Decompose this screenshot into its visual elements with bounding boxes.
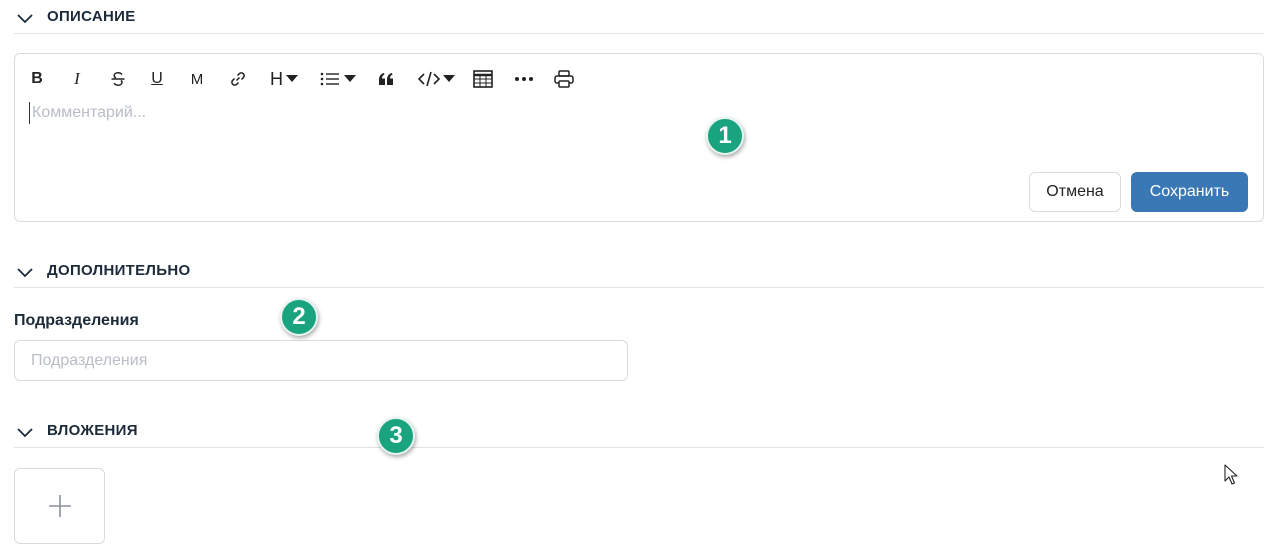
chevron-down-icon[interactable] xyxy=(16,9,34,27)
list-icon xyxy=(320,72,339,86)
section-title-additional: ДОПОЛНИТЕЛЬНО xyxy=(47,262,191,279)
table-button[interactable] xyxy=(471,67,495,91)
more-button[interactable] xyxy=(512,67,536,91)
print-button[interactable] xyxy=(552,67,576,91)
code-icon xyxy=(417,71,440,87)
italic-button[interactable]: I xyxy=(67,67,87,91)
underline-button[interactable]: U xyxy=(147,67,167,91)
save-button[interactable]: Сохранить xyxy=(1131,172,1248,212)
plus-icon xyxy=(48,495,71,517)
more-dots-icon xyxy=(515,77,533,81)
section-header-additional[interactable]: ДОПОЛНИТЕЛЬНО xyxy=(14,259,1264,288)
text-caret xyxy=(29,102,30,124)
section-title-description: ОПИСАНИЕ xyxy=(47,8,136,25)
annotation-badge-3: 3 xyxy=(377,417,415,455)
strikethrough-icon xyxy=(111,72,125,86)
chevron-down-icon[interactable] xyxy=(16,263,34,281)
link-button[interactable] xyxy=(227,67,249,91)
caret-down-icon xyxy=(286,75,298,82)
code-dropdown[interactable] xyxy=(415,67,457,91)
quote-icon xyxy=(379,73,393,85)
departments-input[interactable] xyxy=(14,340,628,381)
annotation-badge-1: 1 xyxy=(706,117,744,155)
bold-button[interactable]: B xyxy=(27,67,47,91)
mention-button[interactable]: M xyxy=(187,67,207,91)
editor-placeholder: Комментарий... xyxy=(32,104,147,121)
add-attachment-button[interactable] xyxy=(14,468,105,544)
quote-button[interactable] xyxy=(375,67,397,91)
mouse-cursor-icon xyxy=(1224,464,1238,485)
annotation-badge-2: 2 xyxy=(280,298,318,336)
caret-down-icon xyxy=(442,75,455,82)
comment-editor: B I U M H Комментарий... Отмена Сохранит… xyxy=(14,53,1264,222)
link-icon xyxy=(231,72,245,86)
heading-dropdown[interactable]: H xyxy=(267,67,301,91)
section-title-attachments: ВЛОЖЕНИЯ xyxy=(47,422,138,439)
list-dropdown[interactable] xyxy=(317,67,359,91)
section-header-attachments[interactable]: ВЛОЖЕНИЯ xyxy=(14,419,1264,448)
editor-text-area[interactable]: Комментарий... xyxy=(29,102,147,124)
chevron-down-icon[interactable] xyxy=(16,423,34,441)
table-icon xyxy=(473,70,493,88)
printer-icon xyxy=(554,70,574,88)
cancel-button[interactable]: Отмена xyxy=(1029,172,1121,212)
section-header-description[interactable]: ОПИСАНИЕ xyxy=(14,5,1264,34)
strikethrough-button[interactable] xyxy=(107,67,129,91)
departments-label: Подразделения xyxy=(14,312,139,329)
caret-down-icon xyxy=(344,75,356,82)
